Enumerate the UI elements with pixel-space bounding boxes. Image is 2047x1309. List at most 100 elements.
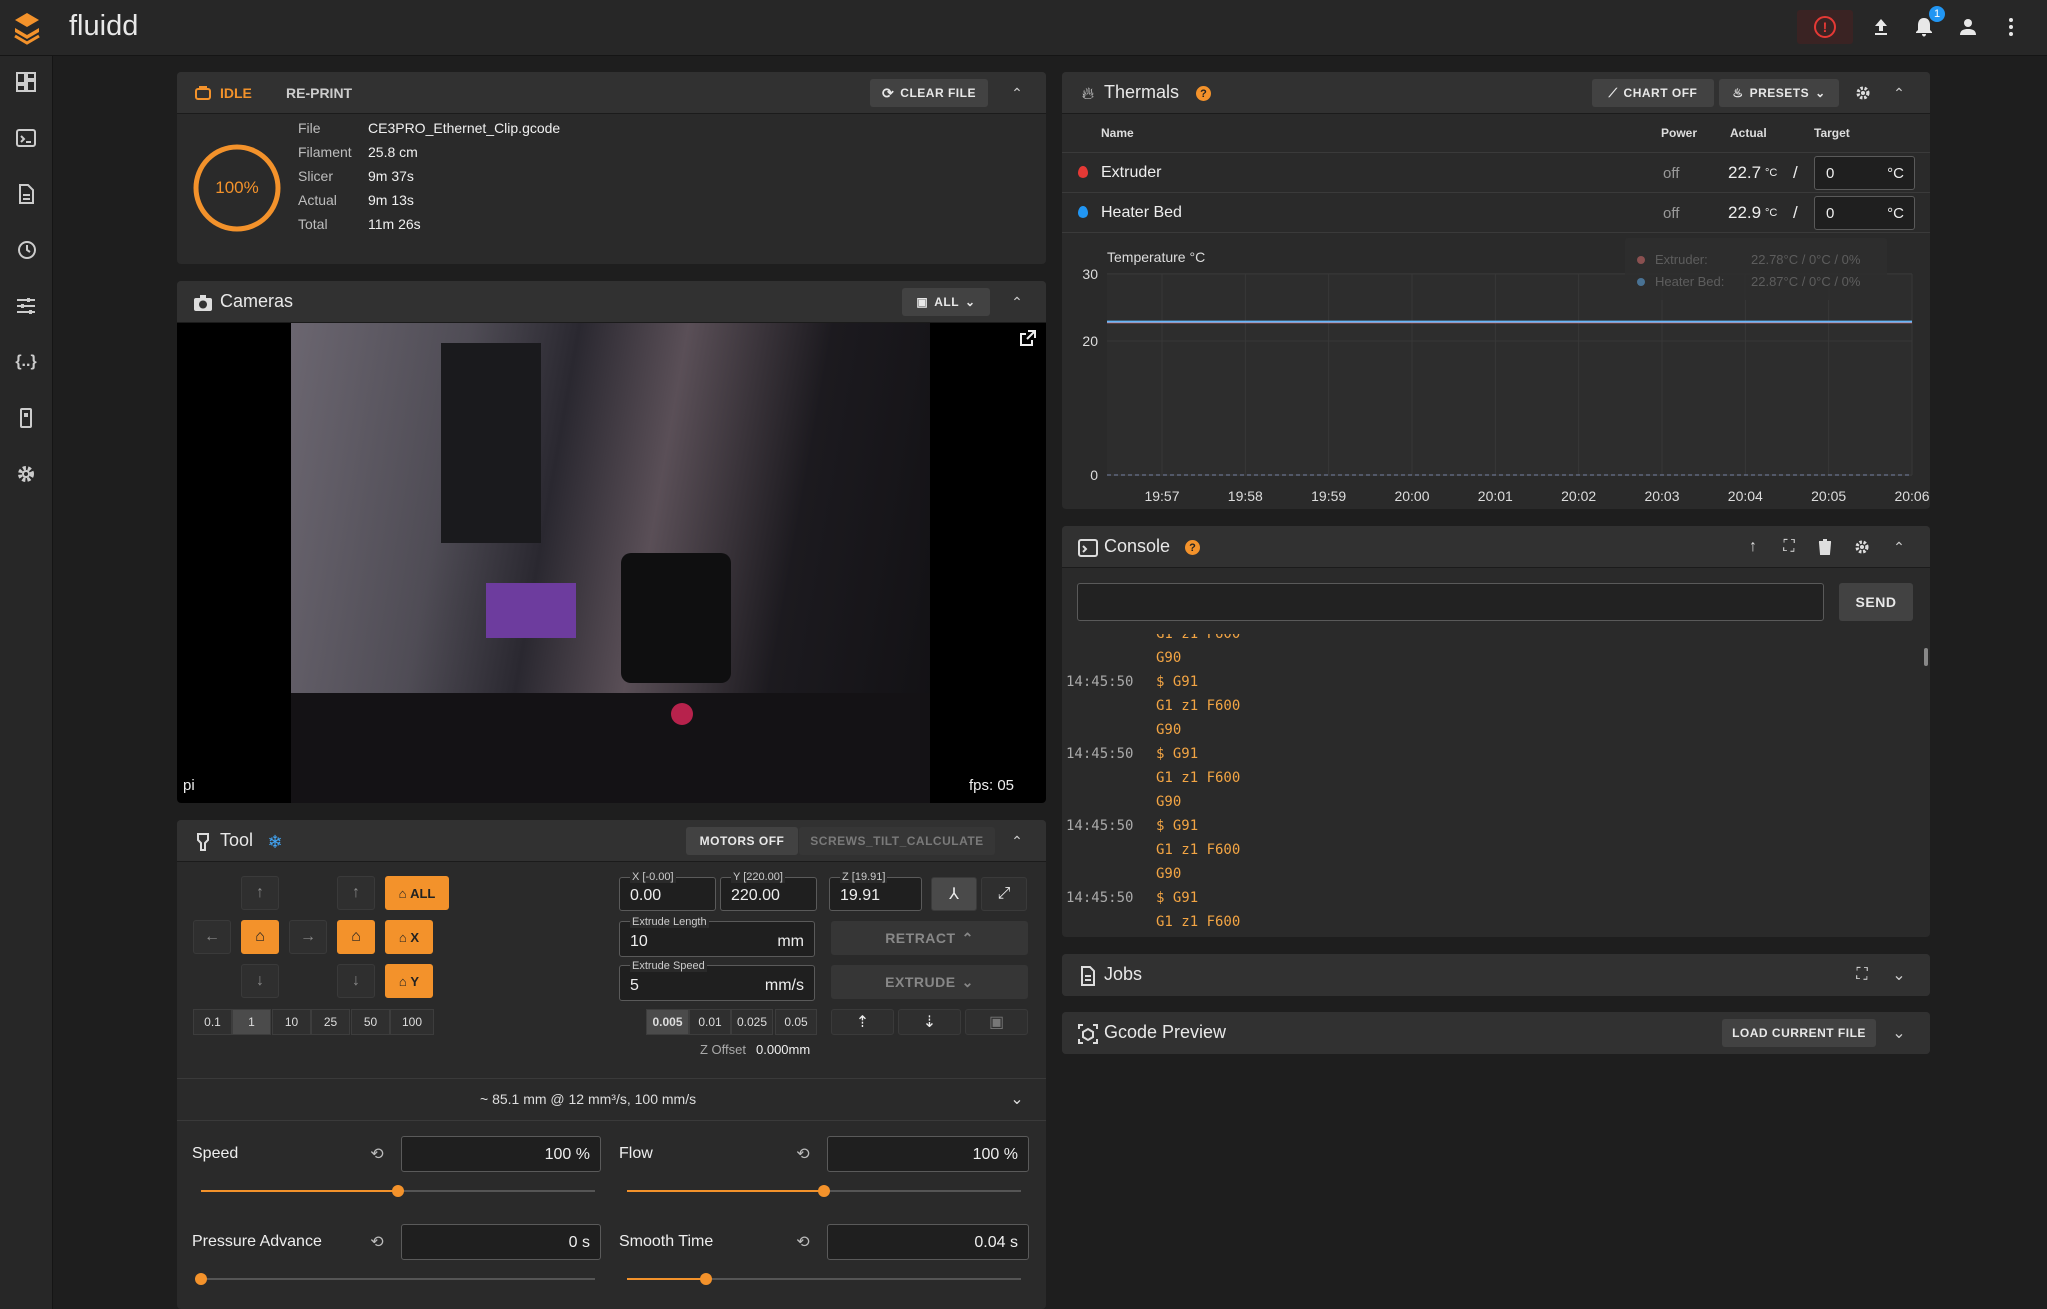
scroll-up-icon[interactable]: ↑ [1742,536,1764,558]
extrude-length-field[interactable]: Extrude Length 10 mm [619,916,815,957]
home-z-button[interactable]: ⌂ [337,920,375,954]
jog-step-option[interactable]: 1 [232,1009,271,1035]
speed-reset-icon[interactable]: ⟲ [367,1144,387,1164]
speed-slider-thumb[interactable] [392,1185,404,1197]
console-settings-icon[interactable] [1851,536,1873,558]
user-account-icon[interactable] [1955,14,1981,40]
console-scrollbar[interactable] [1924,648,1928,666]
chart-toggle-button[interactable]: ⟋ CHART OFF [1592,79,1714,107]
jog-z-minus-button[interactable]: ↓ [337,964,375,998]
fullscreen-icon[interactable]: ⛶ [1778,536,1800,558]
jog-step-option[interactable]: 10 [272,1009,311,1035]
clear-file-button[interactable]: ⟳ CLEAR FILE [870,79,988,107]
heater-name[interactable]: Heater Bed [1101,204,1182,222]
screws-tilt-button[interactable]: SCREWS_TILT_CALCULATE [799,827,995,855]
macros-icon[interactable]: {..} [14,350,38,374]
expand-chevron-icon[interactable]: ⌄ [1888,964,1910,986]
z-offset-save-button[interactable]: ▣ [965,1009,1028,1035]
collapse-chevron-icon[interactable]: ⌃ [1005,82,1029,104]
jobs-file-icon [1078,966,1098,986]
jog-step-option[interactable]: 0.1 [193,1009,232,1035]
jog-x-minus-button[interactable]: ← [193,920,231,954]
console-send-button[interactable]: SEND [1839,583,1913,621]
home-y-button[interactable]: ⌂ Y [385,964,433,998]
history-icon[interactable] [14,238,38,262]
console-command[interactable]: $ G91 [1156,818,1198,834]
pressure-advance-slider[interactable] [201,1278,595,1280]
open-external-icon[interactable] [1017,327,1039,349]
z-offset-step-option[interactable]: 0.05 [775,1009,817,1035]
pressure-advance-slider-thumb[interactable] [195,1273,207,1285]
extrude-button[interactable]: EXTRUDE ⌄ [831,965,1028,999]
speed-input[interactable]: 100 % [401,1136,601,1172]
jog-x-plus-button[interactable]: → [289,920,327,954]
load-current-file-button[interactable]: LOAD CURRENT FILE [1722,1019,1876,1047]
home-x-button[interactable]: ⌂ X [385,920,433,954]
extrude-speed-field[interactable]: Extrude Speed 5 mm/s [619,960,815,1001]
fullscreen-icon[interactable]: ⛶ [1851,964,1873,986]
presets-dropdown[interactable]: ♨ PRESETS ⌄ [1719,79,1839,107]
z-offset-down-button[interactable]: ⇣ [898,1009,961,1035]
trash-icon[interactable] [1814,536,1836,558]
upload-icon[interactable] [1868,14,1894,40]
jog-z-plus-button[interactable]: ↑ [337,876,375,910]
emergency-stop-button[interactable]: ! [1797,10,1853,44]
jog-step-option[interactable]: 50 [351,1009,390,1035]
flow-slider-thumb[interactable] [818,1185,830,1197]
position-field[interactable]: Z [19.91] 19.91 [829,871,922,911]
system-icon[interactable] [14,406,38,430]
collapse-chevron-icon[interactable]: ⌃ [1005,830,1029,852]
expand-chevron-icon[interactable]: ⌄ [1888,1022,1910,1044]
home-xy-button[interactable]: ⌂ [241,920,279,954]
flow-input[interactable]: 100 % [827,1136,1029,1172]
fluidd-logo-icon[interactable] [10,8,44,48]
tune-icon[interactable] [14,294,38,318]
camera-filter-dropdown[interactable]: ▣ ALL ⌄ [902,288,990,316]
jog-step-option[interactable]: 25 [311,1009,350,1035]
more-vertical-icon[interactable] [1998,14,2024,40]
files-icon[interactable] [14,182,38,206]
pressure-advance-input[interactable]: 0 s [401,1224,601,1260]
expand-move-button[interactable]: ⤢ [981,877,1027,911]
smooth-time-reset-icon[interactable]: ⟲ [793,1232,813,1252]
jog-y-minus-button[interactable]: ↓ [241,964,279,998]
motors-off-button[interactable]: MOTORS OFF [686,827,798,855]
console-command[interactable]: $ G91 [1156,890,1198,906]
flow-label: Flow [619,1145,653,1162]
home-all-button[interactable]: ⌂ ALL [385,876,449,910]
z-offset-step-option[interactable]: 0.025 [731,1009,773,1035]
thermals-settings-icon[interactable] [1852,82,1874,104]
settings-icon[interactable] [14,462,38,486]
position-field[interactable]: Y [220.00] 220.00 [720,871,817,911]
retract-button[interactable]: RETRACT ⌃ [831,921,1028,955]
smooth-time-input[interactable]: 0.04 s [827,1224,1029,1260]
collapse-chevron-icon[interactable]: ⌃ [1888,82,1910,104]
reprint-button[interactable]: RE-PRINT [286,85,352,101]
smooth-time-slider-thumb[interactable] [699,1273,712,1285]
dashboard-icon[interactable] [14,70,38,94]
help-icon[interactable]: ? [1185,540,1200,555]
console-command[interactable]: $ G91 [1156,746,1198,762]
heater-target-input[interactable]: 0 °C [1814,196,1915,230]
heater-target-input[interactable]: 0 °C [1814,156,1915,190]
console-command[interactable]: $ G91 [1156,674,1198,690]
z-offset-up-button[interactable]: ⇡ [831,1009,894,1035]
flow-reset-icon[interactable]: ⟲ [793,1144,813,1164]
help-icon[interactable]: ? [1196,86,1211,101]
position-field[interactable]: X [-0.00] 0.00 [619,871,716,911]
jog-y-plus-button[interactable]: ↑ [241,876,279,910]
move-mode-button[interactable]: ⅄ [931,877,977,911]
collapse-chevron-icon[interactable]: ⌃ [1888,536,1910,558]
collapse-chevron-icon[interactable]: ⌃ [1005,291,1029,313]
z-offset-step-option[interactable]: 0.01 [689,1009,731,1035]
jog-step-option[interactable]: 100 [390,1009,434,1035]
console-icon[interactable] [14,126,38,150]
pressure-advance-reset-icon[interactable]: ⟲ [367,1232,387,1252]
arrow-left-icon: ← [204,928,220,945]
z-offset-step-option[interactable]: 0.005 [646,1009,689,1035]
console-command-input[interactable] [1077,583,1824,621]
y-tick-label: 0 [1090,467,1098,483]
heater-name[interactable]: Extruder [1101,164,1161,182]
console-response: G1 z1 F600 [1156,842,1241,858]
expand-chevron-icon[interactable]: ⌄ [1006,1088,1028,1110]
